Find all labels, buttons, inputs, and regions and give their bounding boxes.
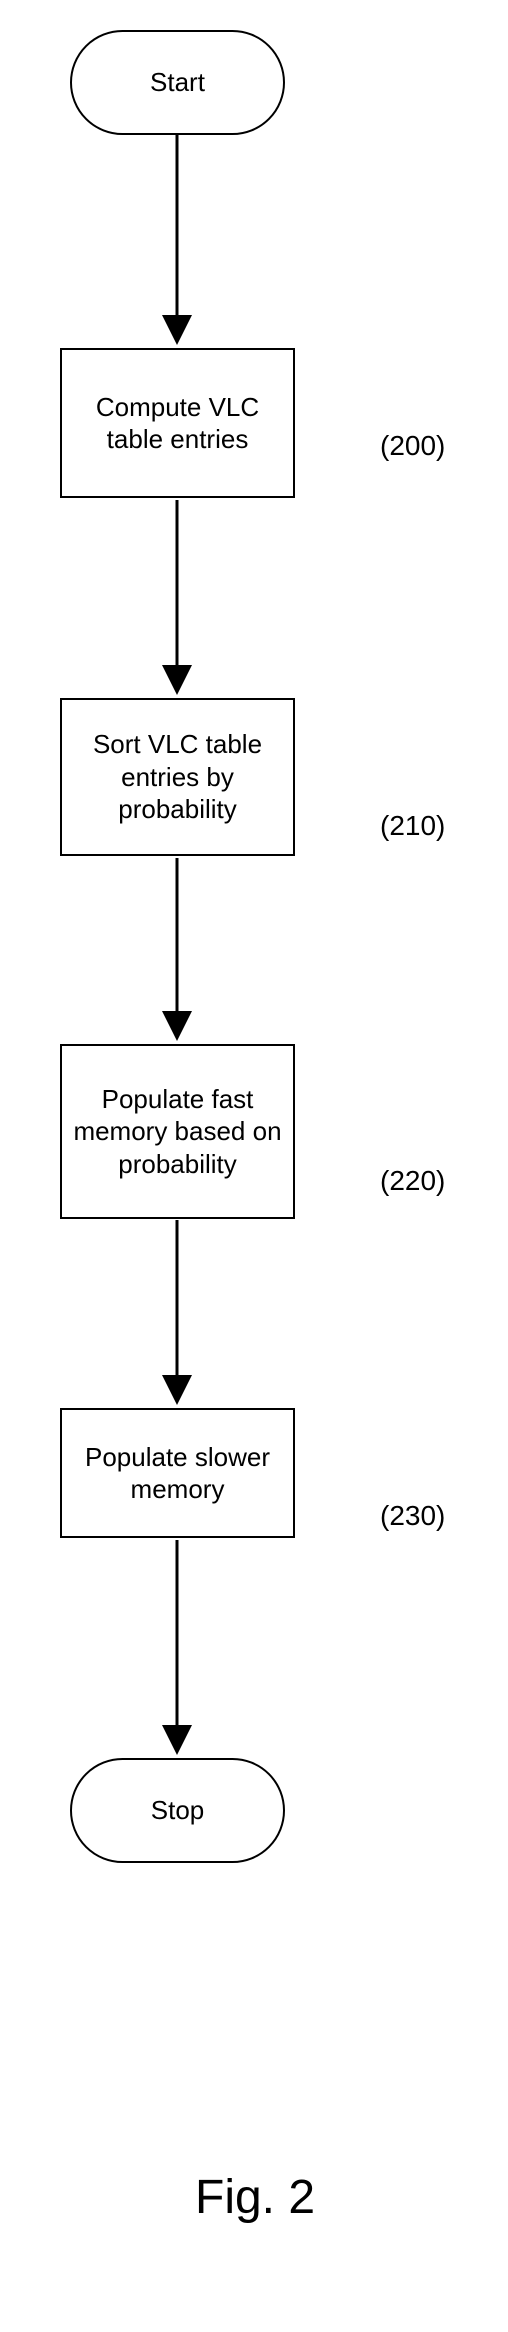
terminator-stop: Stop: [70, 1758, 285, 1863]
label-230: (230): [380, 1500, 445, 1532]
label-220: (220): [380, 1165, 445, 1197]
process-220: Populate fast memory based on probabilit…: [60, 1044, 295, 1219]
process-230: Populate slower memory: [60, 1408, 295, 1538]
label-200: (200): [380, 430, 445, 462]
label-210: (210): [380, 810, 445, 842]
figure-caption: Fig. 2: [195, 2170, 315, 2225]
flowchart-canvas: Start Compute VLC table entries (200) So…: [0, 0, 508, 2332]
terminator-start: Start: [70, 30, 285, 135]
process-200: Compute VLC table entries: [60, 348, 295, 498]
process-210: Sort VLC table entries by probability: [60, 698, 295, 856]
